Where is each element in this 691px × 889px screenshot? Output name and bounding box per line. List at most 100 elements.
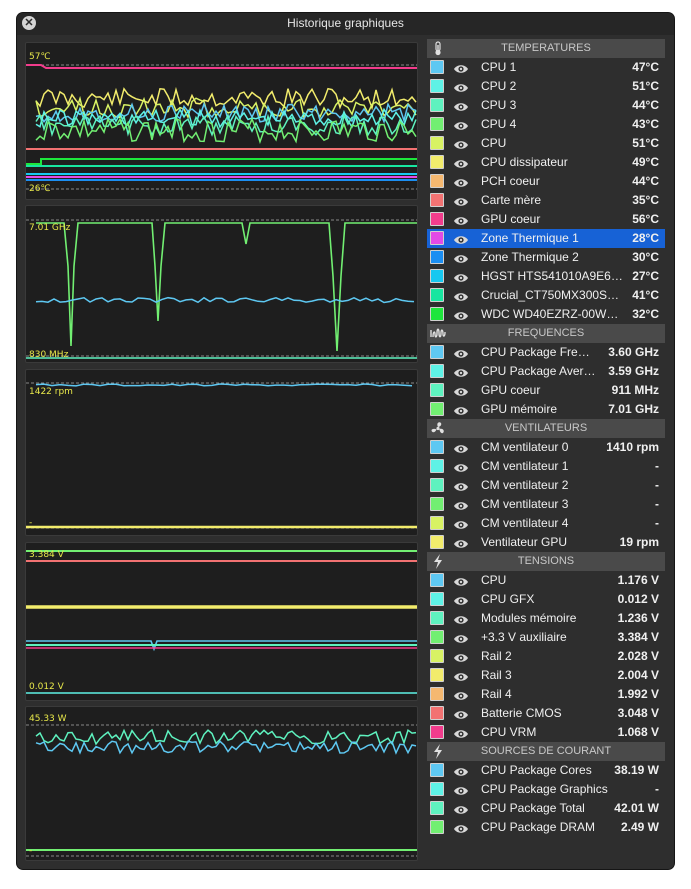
eye-icon[interactable] bbox=[453, 119, 469, 131]
color-swatch[interactable] bbox=[430, 820, 444, 834]
sensor-row[interactable]: CPU Package Graphics - bbox=[427, 780, 665, 799]
sensor-row[interactable]: CM ventilateur 3 - bbox=[427, 495, 665, 514]
color-swatch[interactable] bbox=[430, 573, 444, 587]
color-swatch[interactable] bbox=[430, 79, 444, 93]
eye-icon[interactable] bbox=[453, 442, 469, 454]
eye-icon[interactable] bbox=[453, 176, 469, 188]
color-swatch[interactable] bbox=[430, 288, 444, 302]
sensor-row[interactable]: Rail 3 2.004 V bbox=[427, 666, 665, 685]
eye-icon[interactable] bbox=[453, 233, 469, 245]
sensor-row[interactable]: WDC WD40EZRZ-00W… 32°C bbox=[427, 305, 665, 324]
eye-icon[interactable] bbox=[453, 784, 469, 796]
color-swatch[interactable] bbox=[430, 364, 444, 378]
eye-icon[interactable] bbox=[453, 347, 469, 359]
color-swatch[interactable] bbox=[430, 60, 444, 74]
color-swatch[interactable] bbox=[430, 117, 444, 131]
sensor-row[interactable]: CPU 2 51°C bbox=[427, 77, 665, 96]
color-swatch[interactable] bbox=[430, 250, 444, 264]
sensor-row[interactable]: CM ventilateur 0 1410 rpm bbox=[427, 438, 665, 457]
eye-icon[interactable] bbox=[453, 480, 469, 492]
sensor-row[interactable]: GPU mémoire 7.01 GHz bbox=[427, 400, 665, 419]
color-swatch[interactable] bbox=[430, 687, 444, 701]
eye-icon[interactable] bbox=[453, 252, 469, 264]
eye-icon[interactable] bbox=[453, 518, 469, 530]
eye-icon[interactable] bbox=[453, 100, 469, 112]
sensor-row[interactable]: Carte mère 35°C bbox=[427, 191, 665, 210]
sensor-row[interactable]: CPU Package DRAM 2.49 W bbox=[427, 818, 665, 837]
eye-icon[interactable] bbox=[453, 575, 469, 587]
color-swatch[interactable] bbox=[430, 630, 444, 644]
eye-icon[interactable] bbox=[453, 803, 469, 815]
eye-icon[interactable] bbox=[453, 461, 469, 473]
sensor-row[interactable]: CPU 1 47°C bbox=[427, 58, 665, 77]
sensor-row[interactable]: CPU Package Total 42.01 W bbox=[427, 799, 665, 818]
color-swatch[interactable] bbox=[430, 763, 444, 777]
sensor-row[interactable]: CPU 3 44°C bbox=[427, 96, 665, 115]
eye-icon[interactable] bbox=[453, 594, 469, 606]
eye-icon[interactable] bbox=[453, 651, 469, 663]
color-swatch[interactable] bbox=[430, 212, 444, 226]
sensor-row[interactable]: Crucial_CT750MX300S… 41°C bbox=[427, 286, 665, 305]
color-swatch[interactable] bbox=[430, 402, 444, 416]
eye-icon[interactable] bbox=[453, 290, 469, 302]
eye-icon[interactable] bbox=[453, 404, 469, 416]
eye-icon[interactable] bbox=[453, 62, 469, 74]
sensor-row[interactable]: Rail 4 1.992 V bbox=[427, 685, 665, 704]
eye-icon[interactable] bbox=[453, 670, 469, 682]
color-swatch[interactable] bbox=[430, 516, 444, 530]
color-swatch[interactable] bbox=[430, 440, 444, 454]
color-swatch[interactable] bbox=[430, 782, 444, 796]
color-swatch[interactable] bbox=[430, 345, 444, 359]
eye-icon[interactable] bbox=[453, 157, 469, 169]
eye-icon[interactable] bbox=[453, 689, 469, 701]
color-swatch[interactable] bbox=[430, 668, 444, 682]
sensor-row[interactable]: CPU 4 43°C bbox=[427, 115, 665, 134]
sensor-row[interactable]: Zone Thermique 1 28°C bbox=[427, 229, 665, 248]
color-swatch[interactable] bbox=[430, 383, 444, 397]
sensor-row[interactable]: CPU 51°C bbox=[427, 134, 665, 153]
sensor-row[interactable]: CPU GFX 0.012 V bbox=[427, 590, 665, 609]
sensor-row[interactable]: Ventilateur GPU 19 rpm bbox=[427, 533, 665, 552]
color-swatch[interactable] bbox=[430, 478, 444, 492]
color-swatch[interactable] bbox=[430, 193, 444, 207]
color-swatch[interactable] bbox=[430, 497, 444, 511]
color-swatch[interactable] bbox=[430, 611, 444, 625]
color-swatch[interactable] bbox=[430, 592, 444, 606]
close-button[interactable]: ✕ bbox=[22, 16, 36, 30]
eye-icon[interactable] bbox=[453, 765, 469, 777]
sensor-row[interactable]: CM ventilateur 4 - bbox=[427, 514, 665, 533]
eye-icon[interactable] bbox=[453, 708, 469, 720]
eye-icon[interactable] bbox=[453, 537, 469, 549]
color-swatch[interactable] bbox=[430, 155, 444, 169]
color-swatch[interactable] bbox=[430, 649, 444, 663]
color-swatch[interactable] bbox=[430, 98, 444, 112]
sensor-row[interactable]: GPU coeur 911 MHz bbox=[427, 381, 665, 400]
sensor-row[interactable]: CM ventilateur 2 - bbox=[427, 476, 665, 495]
color-swatch[interactable] bbox=[430, 269, 444, 283]
eye-icon[interactable] bbox=[453, 195, 469, 207]
sensor-row[interactable]: CPU Package Cores 38.19 W bbox=[427, 761, 665, 780]
sensor-row[interactable]: CPU dissipateur 49°C bbox=[427, 153, 665, 172]
eye-icon[interactable] bbox=[453, 632, 469, 644]
color-swatch[interactable] bbox=[430, 231, 444, 245]
eye-icon[interactable] bbox=[453, 366, 469, 378]
color-swatch[interactable] bbox=[430, 459, 444, 473]
sensor-row[interactable]: Zone Thermique 2 30°C bbox=[427, 248, 665, 267]
eye-icon[interactable] bbox=[453, 727, 469, 739]
eye-icon[interactable] bbox=[453, 822, 469, 834]
sensor-row[interactable]: +3.3 V auxiliaire 3.384 V bbox=[427, 628, 665, 647]
sensor-row[interactable]: HGST HTS541010A9E680 27°C bbox=[427, 267, 665, 286]
sensor-row[interactable]: Batterie CMOS 3.048 V bbox=[427, 704, 665, 723]
sensor-row[interactable]: CM ventilateur 1 - bbox=[427, 457, 665, 476]
color-swatch[interactable] bbox=[430, 174, 444, 188]
color-swatch[interactable] bbox=[430, 801, 444, 815]
sensor-row[interactable]: CPU Package Fre… 3.60 GHz bbox=[427, 343, 665, 362]
eye-icon[interactable] bbox=[453, 271, 469, 283]
eye-icon[interactable] bbox=[453, 214, 469, 226]
sensor-row[interactable]: CPU VRM 1.068 V bbox=[427, 723, 665, 742]
eye-icon[interactable] bbox=[453, 81, 469, 93]
sensor-row[interactable]: GPU coeur 56°C bbox=[427, 210, 665, 229]
eye-icon[interactable] bbox=[453, 499, 469, 511]
color-swatch[interactable] bbox=[430, 136, 444, 150]
color-swatch[interactable] bbox=[430, 307, 444, 321]
